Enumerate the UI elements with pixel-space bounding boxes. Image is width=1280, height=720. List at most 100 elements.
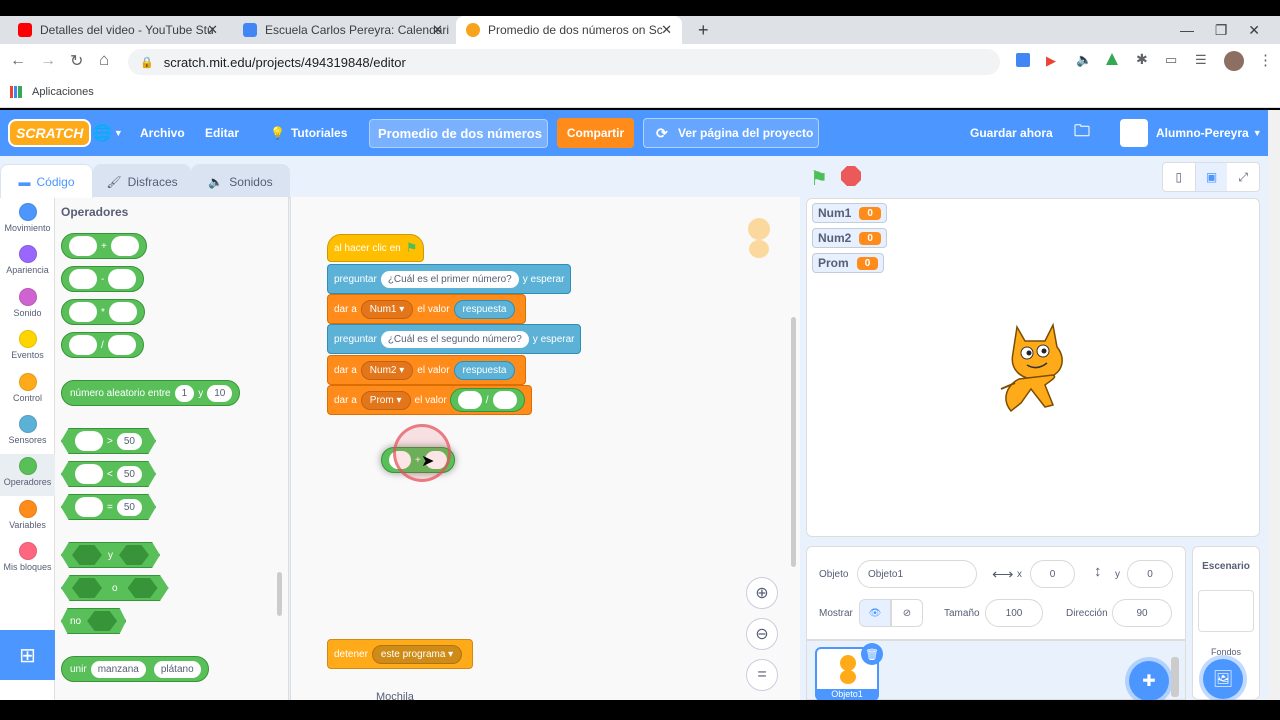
fullscreen-icon[interactable]: ⤢ — [1227, 163, 1259, 191]
bool-slot[interactable] — [127, 578, 158, 598]
save-now-link[interactable]: Guardar ahora — [970, 110, 1053, 156]
category-mis-bloques[interactable]: Mis bloques — [0, 542, 55, 582]
close-tab-icon[interactable]: ✕ — [432, 22, 443, 38]
stage[interactable]: Num1 0 Num2 0 Prom 0 — [806, 198, 1260, 537]
small-stage-icon[interactable]: ▯ — [1163, 163, 1196, 191]
account-menu[interactable]: Alumno-Pereyra ▼ — [1120, 110, 1262, 156]
sprite-list-scrollbar[interactable] — [1171, 657, 1179, 697]
back-icon[interactable]: ← — [10, 52, 26, 70]
delete-sprite-button[interactable]: 🗑 — [861, 643, 883, 665]
answer-reporter[interactable]: respuesta — [453, 360, 516, 380]
menu-editar[interactable]: Editar — [205, 110, 239, 156]
chrome-menu-icon[interactable]: ⋮ — [1258, 51, 1273, 69]
my-stuff-folder-icon[interactable]: 🗀 — [1074, 110, 1090, 156]
browser-tab-youtube[interactable]: Detalles del video - YouTube Stu ✕ — [8, 16, 228, 44]
block-stop[interactable]: detener este programa ▾ — [327, 639, 474, 669]
input-slot[interactable]: plátano — [153, 660, 201, 678]
variable-dropdown[interactable]: Num2 ▾ — [360, 360, 414, 380]
add-extension-button[interactable]: ⊞ — [0, 630, 55, 680]
x-input[interactable]: 0 — [1030, 560, 1075, 588]
category-movimiento[interactable]: Movimiento — [0, 203, 55, 243]
input-slot[interactable]: 50 — [116, 498, 142, 516]
bool-slot[interactable] — [87, 611, 118, 631]
block-not[interactable]: no — [61, 608, 127, 634]
close-window-icon[interactable]: ✕ — [1248, 22, 1260, 39]
block-set-num1[interactable]: dar a Num1 ▾ el valor respuesta — [327, 294, 527, 324]
scratch-cat-sprite[interactable] — [987, 319, 1079, 417]
input-slot[interactable] — [75, 497, 103, 517]
url-bar[interactable]: 🔒 scratch.mit.edu/projects/494319848/edi… — [128, 49, 1000, 75]
zoom-out-button[interactable]: ⊖ — [746, 618, 778, 650]
choose-backdrop-button[interactable]: 🖼 — [1203, 659, 1243, 699]
input-slot[interactable]: manzana — [90, 660, 146, 678]
minimize-icon[interactable]: — — [1180, 22, 1194, 38]
green-flag-button[interactable]: ⚑ — [810, 166, 828, 191]
zoom-in-button[interactable]: ⊕ — [746, 577, 778, 609]
translate-icon[interactable] — [1016, 53, 1030, 67]
input-slot[interactable] — [108, 302, 137, 322]
divide-reporter[interactable]: / — [449, 388, 525, 412]
show-visible-button[interactable]: 👁 — [859, 599, 891, 627]
stop-option-dropdown[interactable]: este programa ▾ — [371, 644, 463, 664]
category-eventos[interactable]: Eventos — [0, 330, 55, 370]
input-slot[interactable] — [69, 302, 97, 322]
zoom-reset-button[interactable]: = — [746, 659, 778, 691]
answer-reporter[interactable]: respuesta — [453, 299, 516, 319]
y-input[interactable]: 0 — [1127, 560, 1173, 588]
tab-code[interactable]: ▬ Código — [0, 164, 93, 198]
category-control[interactable]: Control — [0, 373, 55, 413]
cast-icon[interactable]: ▭ — [1165, 52, 1177, 68]
bool-slot[interactable] — [72, 578, 102, 598]
block-equals[interactable]: = 50 — [61, 494, 156, 520]
bool-slot[interactable] — [119, 545, 149, 565]
block-less-than[interactable]: <50 — [61, 461, 156, 487]
extension-icon[interactable]: ▶ — [1046, 53, 1056, 69]
block-greater-than[interactable]: >50 — [61, 428, 156, 454]
input-slot[interactable]: 50 — [116, 465, 142, 483]
input-slot[interactable]: 10 — [207, 384, 233, 402]
stop-button[interactable] — [841, 166, 861, 186]
question-input[interactable]: ¿Cuál es el segundo número? — [380, 330, 529, 348]
block-multiply[interactable]: * — [61, 299, 145, 325]
apps-bookmark[interactable]: Aplicaciones — [32, 86, 94, 98]
direction-input[interactable]: 90 — [1112, 599, 1172, 627]
input-slot[interactable] — [457, 391, 482, 409]
home-icon[interactable]: ⌂ — [99, 50, 109, 70]
tab-costumes[interactable]: 🖌 Disfraces — [93, 164, 191, 198]
input-slot[interactable] — [69, 269, 97, 289]
workspace-scrollbar[interactable] — [791, 317, 796, 567]
category-apariencia[interactable]: Apariencia — [0, 245, 55, 285]
input-slot[interactable]: 50 — [116, 432, 142, 450]
sprite-name-input[interactable]: Objeto1 — [857, 560, 977, 588]
share-button[interactable]: Compartir — [557, 118, 634, 148]
variable-dropdown[interactable]: Prom ▾ — [360, 390, 411, 410]
category-sonido[interactable]: Sonido — [0, 288, 55, 328]
block-add[interactable]: + — [61, 233, 147, 259]
browser-tab-scratch[interactable]: Promedio de dos números on Sc ✕ — [456, 16, 682, 44]
input-slot[interactable] — [75, 431, 103, 451]
category-sensores[interactable]: Sensores — [0, 415, 55, 455]
profile-avatar[interactable] — [1224, 51, 1244, 71]
backdrop-thumbnail[interactable] — [1198, 590, 1254, 632]
language-menu[interactable]: 🌐 ▼ — [92, 110, 123, 156]
see-project-page-button[interactable]: ⟳ Ver página del proyecto — [643, 118, 819, 148]
maximize-icon[interactable]: ❐ — [1215, 22, 1228, 39]
input-slot[interactable] — [107, 335, 136, 355]
block-set-num2[interactable]: dar a Num2 ▾ el valor respuesta — [327, 355, 527, 385]
menu-tutoriales[interactable]: 💡 Tutoriales — [270, 110, 347, 156]
input-slot[interactable] — [69, 335, 97, 355]
block-set-prom[interactable]: dar a Prom ▾ el valor / — [327, 385, 532, 415]
category-variables[interactable]: Variables — [0, 500, 55, 540]
stage-target-panel[interactable]: Escenario Fondos 🖼 — [1192, 546, 1260, 700]
close-tab-icon[interactable]: ✕ — [207, 22, 218, 38]
reload-icon[interactable]: ↻ — [70, 51, 83, 71]
browser-tab-calendar[interactable]: Escuela Carlos Pereyra: Calendari ✕ — [233, 16, 453, 44]
block-and[interactable]: y — [61, 542, 160, 568]
show-hidden-button[interactable]: ⊘ — [891, 599, 923, 627]
block-subtract[interactable]: - — [61, 266, 145, 292]
block-random[interactable]: número aleatorio entre 1 y 10 — [61, 380, 241, 406]
input-slot[interactable] — [492, 391, 517, 409]
hat-block-when-flag-clicked[interactable]: al hacer clic en ⚑ — [327, 234, 425, 262]
variable-dropdown[interactable]: Num1 ▾ — [360, 299, 414, 319]
input-slot[interactable]: 1 — [174, 384, 195, 402]
